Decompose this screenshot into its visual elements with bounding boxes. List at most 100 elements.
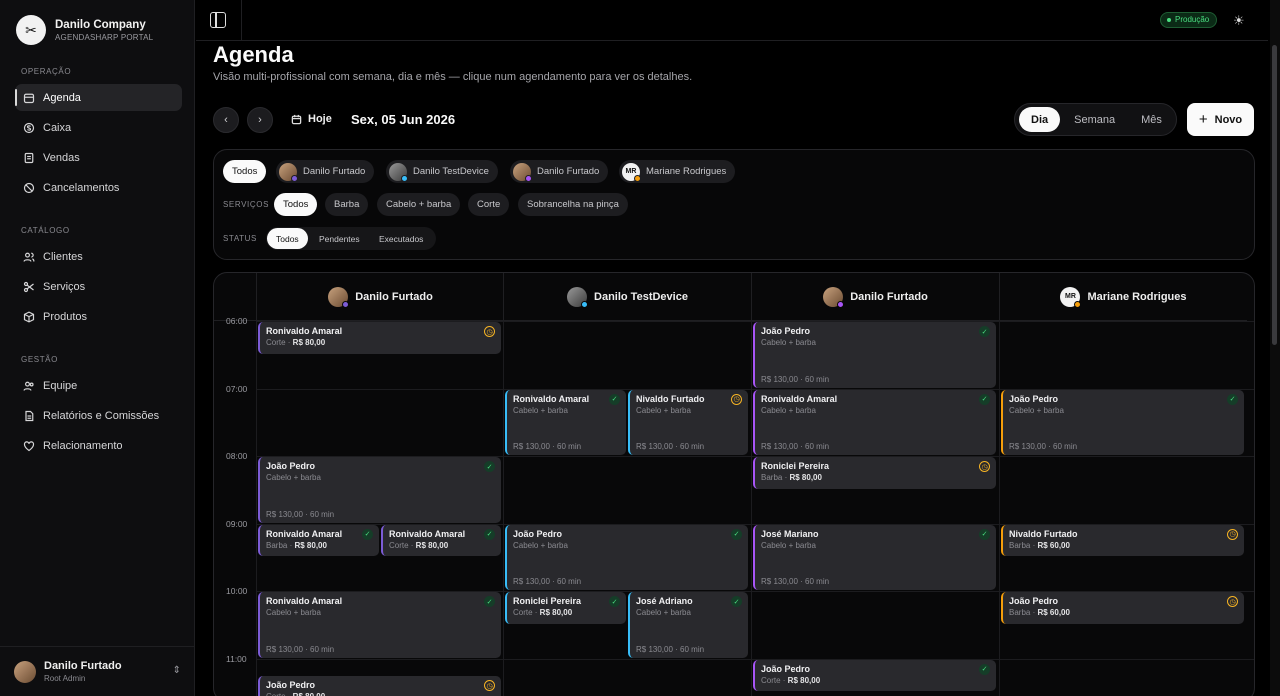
- avatar: [14, 660, 36, 683]
- clock-icon: ◷: [1227, 528, 1238, 540]
- appointment-card[interactable]: Ronivaldo Amaral Cabelo + barba R$ 130,00 …: [753, 389, 996, 455]
- professional-filter-todos[interactable]: Todos: [223, 160, 267, 183]
- appointment-card[interactable]: João Pedro Corte · R$ 80,00 ✓: [753, 659, 996, 692]
- appointment-card[interactable]: João Pedro Barba · R$ 60,00 ◷: [1001, 592, 1244, 624]
- appointment-client: João Pedro: [513, 528, 563, 539]
- check-icon: ✓: [362, 528, 373, 540]
- appointment-card[interactable]: João Pedro Cabelo + barba R$ 130,00 · 60 m…: [753, 322, 996, 388]
- appointment-card[interactable]: José Mariano Cabelo + barba R$ 130,00 · 60…: [753, 524, 996, 590]
- sidebar-item-produtos[interactable]: Produtos: [15, 303, 182, 330]
- service-filter-cabelo-barba[interactable]: Cabelo + barba: [377, 193, 461, 216]
- appointment-card[interactable]: Roniclei Pereira Barba · R$ 80,00 ◷: [753, 457, 996, 489]
- appointment-card[interactable]: Nivaldo Furtado Barba · R$ 60,00 ◷: [1001, 524, 1244, 557]
- column-divider: [256, 321, 257, 696]
- check-icon: ✓: [484, 528, 495, 540]
- chip-label: Danilo Furtado: [537, 166, 600, 177]
- sidebar-item-label: Equipe: [43, 379, 78, 392]
- appointment-client: Roniclei Pereira: [513, 596, 582, 606]
- sidebar-item-serviços[interactable]: Serviços: [15, 273, 182, 300]
- appointment-service: Corte · R$ 80,00: [266, 692, 495, 696]
- sidebar-item-equipe[interactable]: Equipe: [15, 372, 182, 399]
- appointment-card[interactable]: João Pedro Cabelo + barba R$ 130,00 · 60 m…: [505, 524, 748, 590]
- appointment-service: Barba · R$ 60,00: [1009, 540, 1070, 550]
- service-filter-barba[interactable]: Barba: [325, 193, 369, 216]
- appointment-client: José Mariano: [761, 528, 819, 539]
- sidebar-item-cancelamentos[interactable]: Cancelamentos: [15, 174, 182, 201]
- report-icon: [22, 409, 35, 422]
- service-filter-todos[interactable]: Todos: [274, 193, 318, 216]
- check-icon: ✓: [484, 596, 495, 607]
- appointment-service: Cabelo + barba: [761, 405, 816, 415]
- professional-filter-danilo-furtado-2[interactable]: Danilo Furtado: [510, 160, 609, 183]
- time-label: 07:00: [226, 383, 248, 394]
- professional-filter-mariane-rodrigues[interactable]: MR Mariane Rodrigues: [619, 160, 736, 183]
- appointment-card[interactable]: Ronivaldo Amaral Corte · R$ 80,00 ◷: [258, 322, 501, 354]
- status-filter-todos[interactable]: Todos: [267, 228, 308, 249]
- appointment-client: Roniclei Pereira: [761, 461, 830, 471]
- appointment-card[interactable]: Ronivaldo Amaral Corte · R$ 80,00 ✓: [381, 524, 501, 557]
- time-label: 06:00: [226, 316, 248, 326]
- appointment-client: João Pedro: [1009, 393, 1059, 404]
- sidebar-toggle-icon[interactable]: [210, 12, 226, 28]
- sidebar-item-caixa[interactable]: Caixa: [15, 114, 182, 141]
- service-filter-corte[interactable]: Corte: [468, 193, 510, 216]
- appointment-card[interactable]: João PedroCorte · R$ 80,00◷: [258, 676, 501, 696]
- appointment-service: Cabelo + barba: [513, 405, 568, 415]
- brand[interactable]: ✂ Danilo Company AGENDASHARP PORTAL: [16, 15, 153, 45]
- new-appointment-button[interactable]: + Novo: [1187, 103, 1254, 136]
- professional-filter-danilo-furtado[interactable]: Danilo Furtado: [276, 160, 375, 183]
- column-divider: [503, 321, 504, 696]
- sidebar-item-clientes[interactable]: Clientes: [15, 243, 182, 270]
- professional-filter-danilo-testdevice[interactable]: Danilo TestDevice: [386, 160, 498, 183]
- sun-icon[interactable]: ☀: [1233, 13, 1245, 29]
- appointment-service: Barba · R$ 80,00: [761, 473, 822, 482]
- appointment-service: Barba · R$ 60,00: [1009, 608, 1070, 617]
- appointment-service: Corte · R$ 80,00: [389, 540, 449, 550]
- check-icon: ✓: [731, 528, 742, 540]
- time-label: 11:00: [226, 653, 247, 664]
- appointment-card[interactable]: Nivaldo Furtado Cabelo + barba R$ 130,00 ·…: [628, 389, 748, 455]
- tab-dia[interactable]: Dia: [1019, 107, 1061, 132]
- status-filter-executados[interactable]: Executados: [370, 228, 432, 249]
- sidebar-item-agenda[interactable]: Agenda: [15, 84, 182, 111]
- appointment-card[interactable]: Ronivaldo Amaral Cabelo + barba R$ 130,00 …: [258, 592, 501, 658]
- tab-mes[interactable]: Mês: [1129, 107, 1174, 132]
- appointment-details: R$ 130,00 · 60 min: [513, 442, 582, 451]
- team-icon: [22, 379, 35, 392]
- appointment-service: Cabelo + barba: [636, 405, 691, 415]
- check-icon: ✓: [979, 393, 990, 405]
- sidebar-item-relacionamento[interactable]: Relacionamento: [15, 432, 182, 459]
- page-subtitle: Visão multi-profissional com semana, dia…: [213, 71, 693, 83]
- tab-semana[interactable]: Semana: [1062, 107, 1127, 132]
- status-filter-pendentes[interactable]: Pendentes: [310, 228, 369, 249]
- scrollbar[interactable]: [1270, 0, 1280, 696]
- sidebar-item-label: Clientes: [43, 250, 83, 263]
- check-icon: ✓: [731, 596, 742, 607]
- prev-button[interactable]: ‹: [213, 107, 239, 133]
- today-button[interactable]: Hoje: [291, 113, 332, 125]
- appointment-client: João Pedro: [761, 326, 811, 336]
- column-header: Danilo TestDevice: [503, 273, 751, 321]
- chip-label: Mariane Rodrigues: [646, 166, 727, 177]
- appointment-card[interactable]: João Pedro Cabelo + barba R$ 130,00 · 60 m…: [1001, 389, 1244, 455]
- sidebar-item-label: Vendas: [43, 151, 80, 164]
- avatar: [513, 162, 532, 182]
- appointment-client: Ronivaldo Amaral: [389, 528, 466, 539]
- appointment-client: Ronivaldo Amaral: [761, 393, 838, 404]
- appointment-card[interactable]: Ronivaldo Amaral Cabelo + barba R$ 130,00 …: [505, 389, 626, 455]
- check-icon: ✓: [609, 596, 620, 607]
- user-menu[interactable]: Danilo Furtado Root Admin ⇕: [0, 646, 195, 696]
- next-button[interactable]: ›: [247, 107, 273, 133]
- appointment-card[interactable]: José Adriano Cabelo + barba R$ 130,00 · 60…: [628, 592, 748, 658]
- clock-icon: ◷: [731, 393, 742, 405]
- appointment-card[interactable]: Ronivaldo Amaral Barba · R$ 80,00 ✓: [258, 524, 379, 557]
- service-filter-sobrancelha[interactable]: Sobrancelha na pinça: [518, 193, 628, 216]
- appointment-card[interactable]: João Pedro Cabelo + barba R$ 130,00 · 60 m…: [258, 457, 501, 523]
- column-professional-name: Danilo TestDevice: [594, 290, 688, 303]
- user-role: Root Admin: [44, 674, 86, 683]
- sidebar-item-relatórios-e-comissões[interactable]: Relatórios e Comissões: [15, 402, 182, 429]
- scrollbar-thumb[interactable]: [1272, 45, 1277, 345]
- sidebar-item-label: Caixa: [43, 121, 72, 134]
- sidebar-item-vendas[interactable]: Vendas: [15, 144, 182, 171]
- appointment-card[interactable]: Roniclei Pereira Corte · R$ 80,00 ✓: [505, 592, 626, 624]
